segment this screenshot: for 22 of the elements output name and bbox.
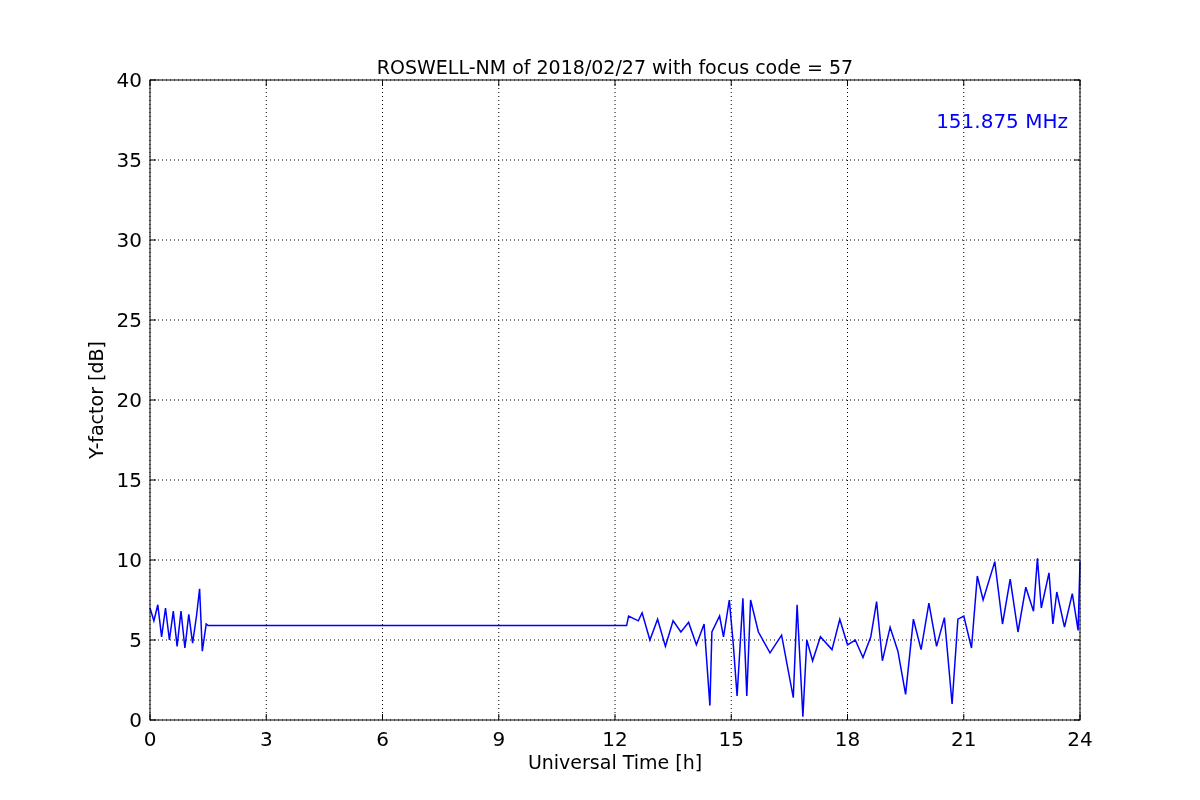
y-tick-label: 25 xyxy=(116,308,142,332)
x-tick-label: 18 xyxy=(834,727,861,751)
x-tick-label: 24 xyxy=(1067,727,1093,751)
chart-title: ROSWELL-NM of 2018/02/27 with focus code = 57 xyxy=(376,56,854,78)
y-tick-label: 0 xyxy=(129,708,142,732)
x-axis-label: Universal Time [h] xyxy=(527,751,703,773)
x-tick-label: 9 xyxy=(492,727,506,751)
x-tick-label: 3 xyxy=(259,727,273,751)
y-tick-label: 30 xyxy=(116,228,142,252)
x-tick-label: 12 xyxy=(602,727,628,751)
x-tick-label: 21 xyxy=(951,727,977,751)
y-tick-label: 15 xyxy=(116,468,142,492)
x-tick-label: 6 xyxy=(376,727,389,751)
y-tick-label: 20 xyxy=(116,388,142,412)
y-tick-label: 35 xyxy=(116,148,142,172)
y-tick-label: 10 xyxy=(116,548,142,572)
x-tick-label: 15 xyxy=(718,727,744,751)
y-tick-label: 5 xyxy=(129,628,142,652)
y-axis-label: Y-factor [dB] xyxy=(85,341,107,459)
y-tick-label: 40 xyxy=(116,68,142,92)
series-label: 151.875 MHz xyxy=(936,109,1068,133)
x-tick-label: 0 xyxy=(143,727,157,751)
